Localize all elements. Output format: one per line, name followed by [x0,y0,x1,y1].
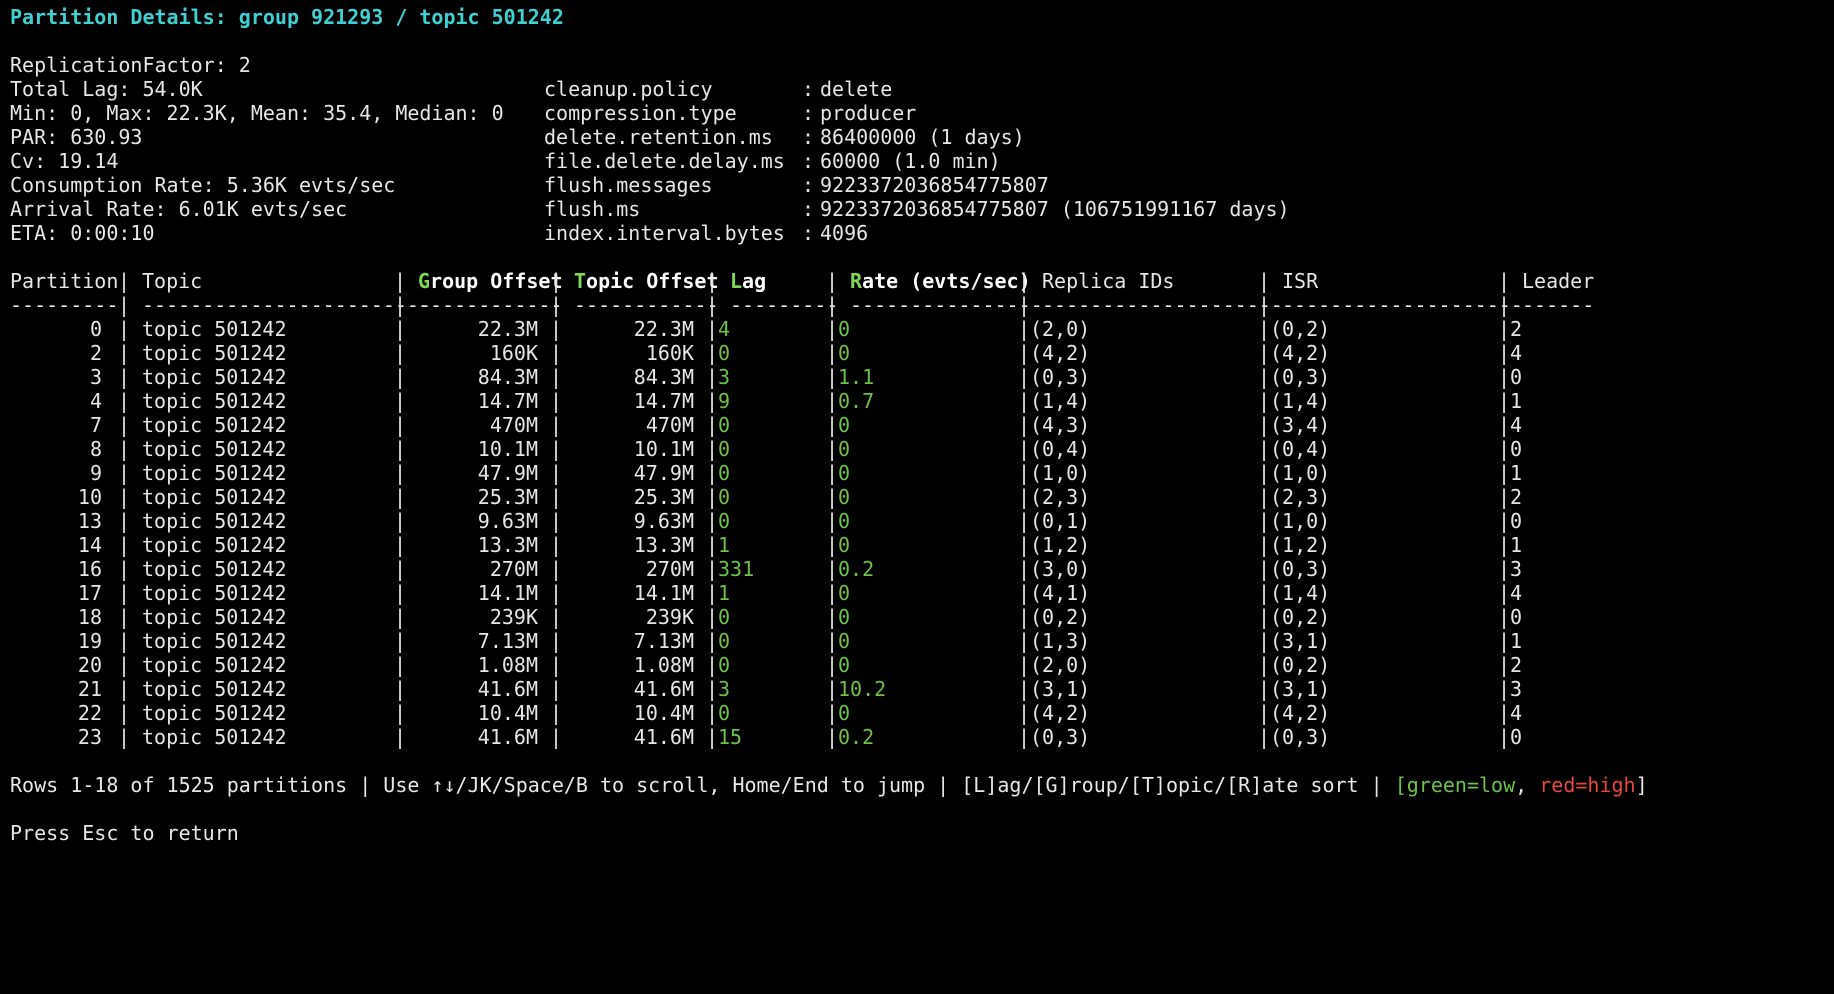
hotkey-lag: L [730,269,743,293]
legend-green: green=low [1406,773,1516,797]
table-row[interactable]: 23 | topic 501242 | 41.6M | 41.6M | 15 | 0.2 | (0,3)… [10,723,1834,751]
hotkey-group: G [418,269,431,293]
config-row: index.interval.bytes:4096 [10,219,1834,247]
legend-comma: , [1515,773,1540,797]
config-separator: : [802,221,815,245]
cell-leader: 0 [1510,725,1523,749]
col-header-group-offset-label: roup Offset [430,269,563,293]
cell-isr: (0,3) [1270,725,1331,749]
legend-red: red=high [1539,773,1636,797]
config-key: index.interval.bytes [544,221,785,245]
hotkey-rate: R [850,269,863,293]
col-separator: | [826,725,839,749]
cell-topic-offset: 41.6M [633,725,694,749]
footer-help-text: Rows 1-18 of 1525 partitions | Use ↑↓/JK… [10,773,1395,797]
config-value: 4096 [820,221,869,245]
col-separator: | [706,725,719,749]
cell-replica-ids: (0,3) [1030,725,1091,749]
col-header-rate-label: ate (evts/sec) [862,269,1031,293]
hotkey-topic: T [574,269,587,293]
col-separator: | [1018,725,1031,749]
cell-lag: 15 [718,725,743,749]
press-esc-hint: Press Esc to return [10,821,239,845]
footer-status: Rows 1-18 of 1525 partitions | Use ↑↓/JK… [10,771,1648,799]
cell-group-offset: 41.6M [477,725,538,749]
col-separator: | [1258,725,1271,749]
col-separator: | [394,725,407,749]
cell-topic: topic 501242 [142,725,287,749]
legend-close-bracket: ] [1635,773,1648,797]
legend-open-bracket: [ [1394,773,1407,797]
col-separator: | [1498,725,1511,749]
col-separator: | [550,725,563,749]
cell-rate: 0.2 [838,725,875,749]
page-title: Partition Details: group 921293 / topic … [10,5,564,29]
terminal-window: Partition Details: group 921293 / topic … [10,3,1834,993]
col-header-lag-label: ag [742,269,767,293]
cell-partition: 23 [77,725,102,749]
col-separator: | [118,725,131,749]
col-header-topic-offset-label: opic Offset [586,269,719,293]
